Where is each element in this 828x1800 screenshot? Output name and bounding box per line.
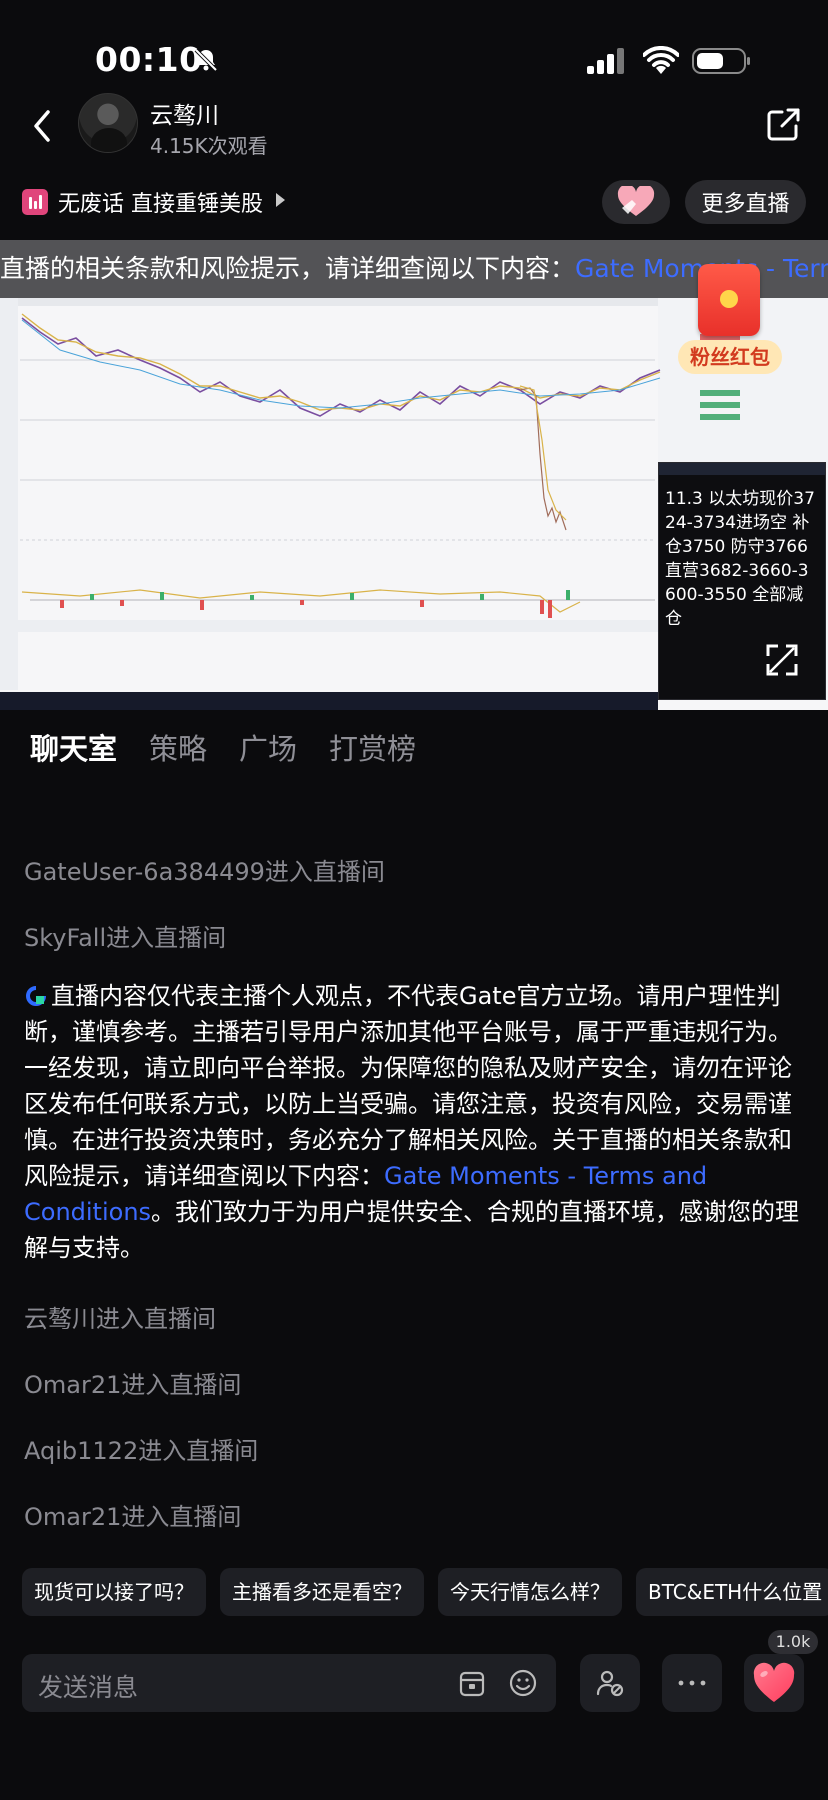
tab-strategy[interactable]: 策略 <box>149 726 207 768</box>
emoji-icon[interactable] <box>508 1668 538 1698</box>
avatar[interactable] <box>78 93 138 153</box>
bell-off-icon <box>194 48 218 72</box>
red-packet-label: 粉丝红包 <box>678 340 782 374</box>
overlay-text: 11.3 以太坊现价3724-3734进场空 补仓3750 防守3766 直营3… <box>665 489 815 629</box>
quick-question-chip[interactable]: 主播看多还是看空？ <box>220 1568 424 1616</box>
view-count: 4.15K次观看 <box>150 134 268 158</box>
signal-icon <box>587 48 624 74</box>
platform-notice: 直播内容仅代表主播个人观点，不代表Gate官方立场。请用户理性判断，谨慎参考。主… <box>24 978 804 1266</box>
quick-question-chip[interactable]: 现货可以接了吗？ <box>22 1568 206 1616</box>
status-bar: 00:10 <box>0 0 828 100</box>
notice-text: 直播内容仅代表主播个人观点，不代表Gate官方立场。请用户理性判断，谨慎参考。主… <box>24 982 792 1190</box>
more-live-button[interactable]: 更多直播 <box>685 180 806 224</box>
tab-square[interactable]: 广场 <box>239 726 297 768</box>
live-bars-icon <box>22 189 48 215</box>
like-button[interactable] <box>744 1654 804 1712</box>
strategy-overlay: 11.3 以太坊现价3724-3734进场空 补仓3750 防守3766 直营3… <box>658 462 826 700</box>
stream-taskbar <box>0 692 658 710</box>
back-icon[interactable] <box>28 106 58 146</box>
quick-questions: 现货可以接了吗？ 主播看多还是看空？ 今天行情怎么样？ BTC&ETH什么位置 <box>22 1568 828 1616</box>
quick-question-chip[interactable]: 今天行情怎么样？ <box>438 1568 622 1616</box>
more-button[interactable] <box>662 1654 722 1712</box>
more-icon <box>678 1680 706 1686</box>
chat-message: 云骜川进入直播间 <box>24 1305 216 1333</box>
share-icon[interactable] <box>766 106 802 142</box>
gate-logo-icon <box>26 986 46 1006</box>
message-input[interactable]: 发送消息 <box>22 1654 556 1712</box>
chat-message: Omar21进入直播间 <box>24 1503 242 1531</box>
user-settings-icon <box>596 1670 624 1697</box>
like-count-badge: 1.0k <box>768 1630 818 1654</box>
red-packet-icon <box>698 264 760 336</box>
tab-bar: 聊天室 策略 广场 打赏榜 <box>30 726 416 768</box>
marquee-text: 直播的相关条款和风险提示，请详细查阅以下内容： <box>0 254 576 283</box>
streamer-name[interactable]: 云骜川 <box>150 96 219 130</box>
chevron-right-icon[interactable] <box>276 193 285 207</box>
overlay-titlebar <box>659 463 825 475</box>
heart-icon <box>753 1662 795 1702</box>
live-video[interactable]: 直播的相关条款和风险提示，请详细查阅以下内容：Gate Moments - Te… <box>0 240 828 710</box>
wifi-icon <box>643 46 679 74</box>
tab-chatroom[interactable]: 聊天室 <box>30 726 117 768</box>
chat-message: SkyFall进入直播间 <box>24 924 227 952</box>
chat-message: Aqib1122进入直播间 <box>24 1437 259 1465</box>
stream-title[interactable]: 无废话 直接重锤美股 <box>58 186 263 218</box>
quick-question-chip[interactable]: BTC&ETH什么位置 <box>636 1568 828 1616</box>
chat-message: GateUser-6a384499进入直播间 <box>24 858 385 886</box>
fan-red-packet[interactable]: 粉丝红包 <box>678 264 788 374</box>
fullscreen-icon[interactable] <box>764 642 800 678</box>
message-placeholder: 发送消息 <box>38 1673 139 1702</box>
chat-message: Omar21进入直播间 <box>24 1371 242 1399</box>
status-time: 00:10 <box>95 40 203 79</box>
battery-icon <box>692 48 750 74</box>
heart-hands-icon <box>617 186 655 216</box>
heart-hands-button[interactable] <box>602 180 670 224</box>
user-settings-button[interactable] <box>580 1654 640 1712</box>
tab-tip-ranking[interactable]: 打赏榜 <box>329 726 416 768</box>
card-icon[interactable] <box>458 1670 486 1698</box>
